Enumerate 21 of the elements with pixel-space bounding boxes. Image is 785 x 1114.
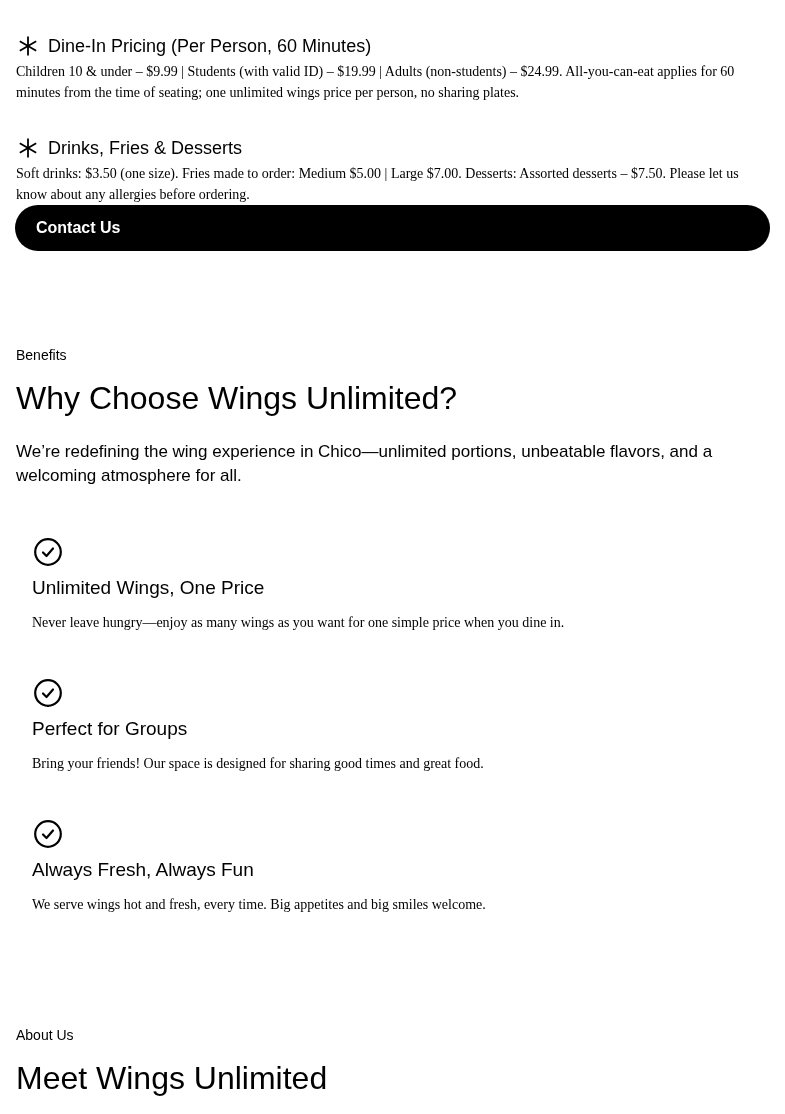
item-heading: Dine-In Pricing (Per Person, 60 Minutes): [48, 35, 372, 58]
asterisk-icon: [18, 36, 38, 56]
check-circle-icon: [34, 679, 62, 707]
feature-title: Always Fresh, Always Fun: [32, 858, 255, 882]
feature-description: We serve wings hot and fresh, every time. Big appetites and big smiles welcome.: [32, 896, 487, 914]
feature-description: Never leave hungry—enjoy as many wings as you want for one simple price when you dine in.: [32, 614, 566, 632]
feature-title: Perfect for Groups: [32, 717, 189, 741]
feature-description: Bring your friends! Our space is designed for sharing good times and great food.: [32, 755, 485, 773]
section-heading: Why Choose Wings Unlimited?: [16, 379, 459, 418]
contact-button[interactable]: Contact Us: [15, 205, 770, 251]
item-heading: Drinks, Fries & Desserts: [48, 137, 243, 160]
feature-title: Unlimited Wings, One Price: [32, 576, 266, 600]
section-eyebrow: Benefits: [16, 346, 68, 365]
item-description: Soft drinks: $3.50 (one size). Fries made to order: Medium $5.00 | Large $7.00. Desserts: Assorted desserts – $7.50. Please let us know about any allergies before ordering.: [16, 165, 740, 204]
section-heading: Meet Wings Unlimited: [16, 1059, 329, 1098]
check-circle-icon: [34, 820, 62, 848]
check-circle-icon: [34, 538, 62, 566]
asterisk-icon: [18, 138, 38, 158]
item-description: Children 10 & under – $9.99 | Students (with valid ID) – $19.99 | Adults (non-students) – $24.99. All-you-can-eat applies for 60 minutes from the time of seating; one unlimited wings price per person, no sharing plates.: [16, 63, 736, 102]
section-eyebrow: About Us: [16, 1026, 75, 1045]
section-intro: We’re redefining the wing experience in Chico—unlimited portions, unbeatable flavors, and a welcoming atmosphere for all.: [16, 441, 714, 487]
